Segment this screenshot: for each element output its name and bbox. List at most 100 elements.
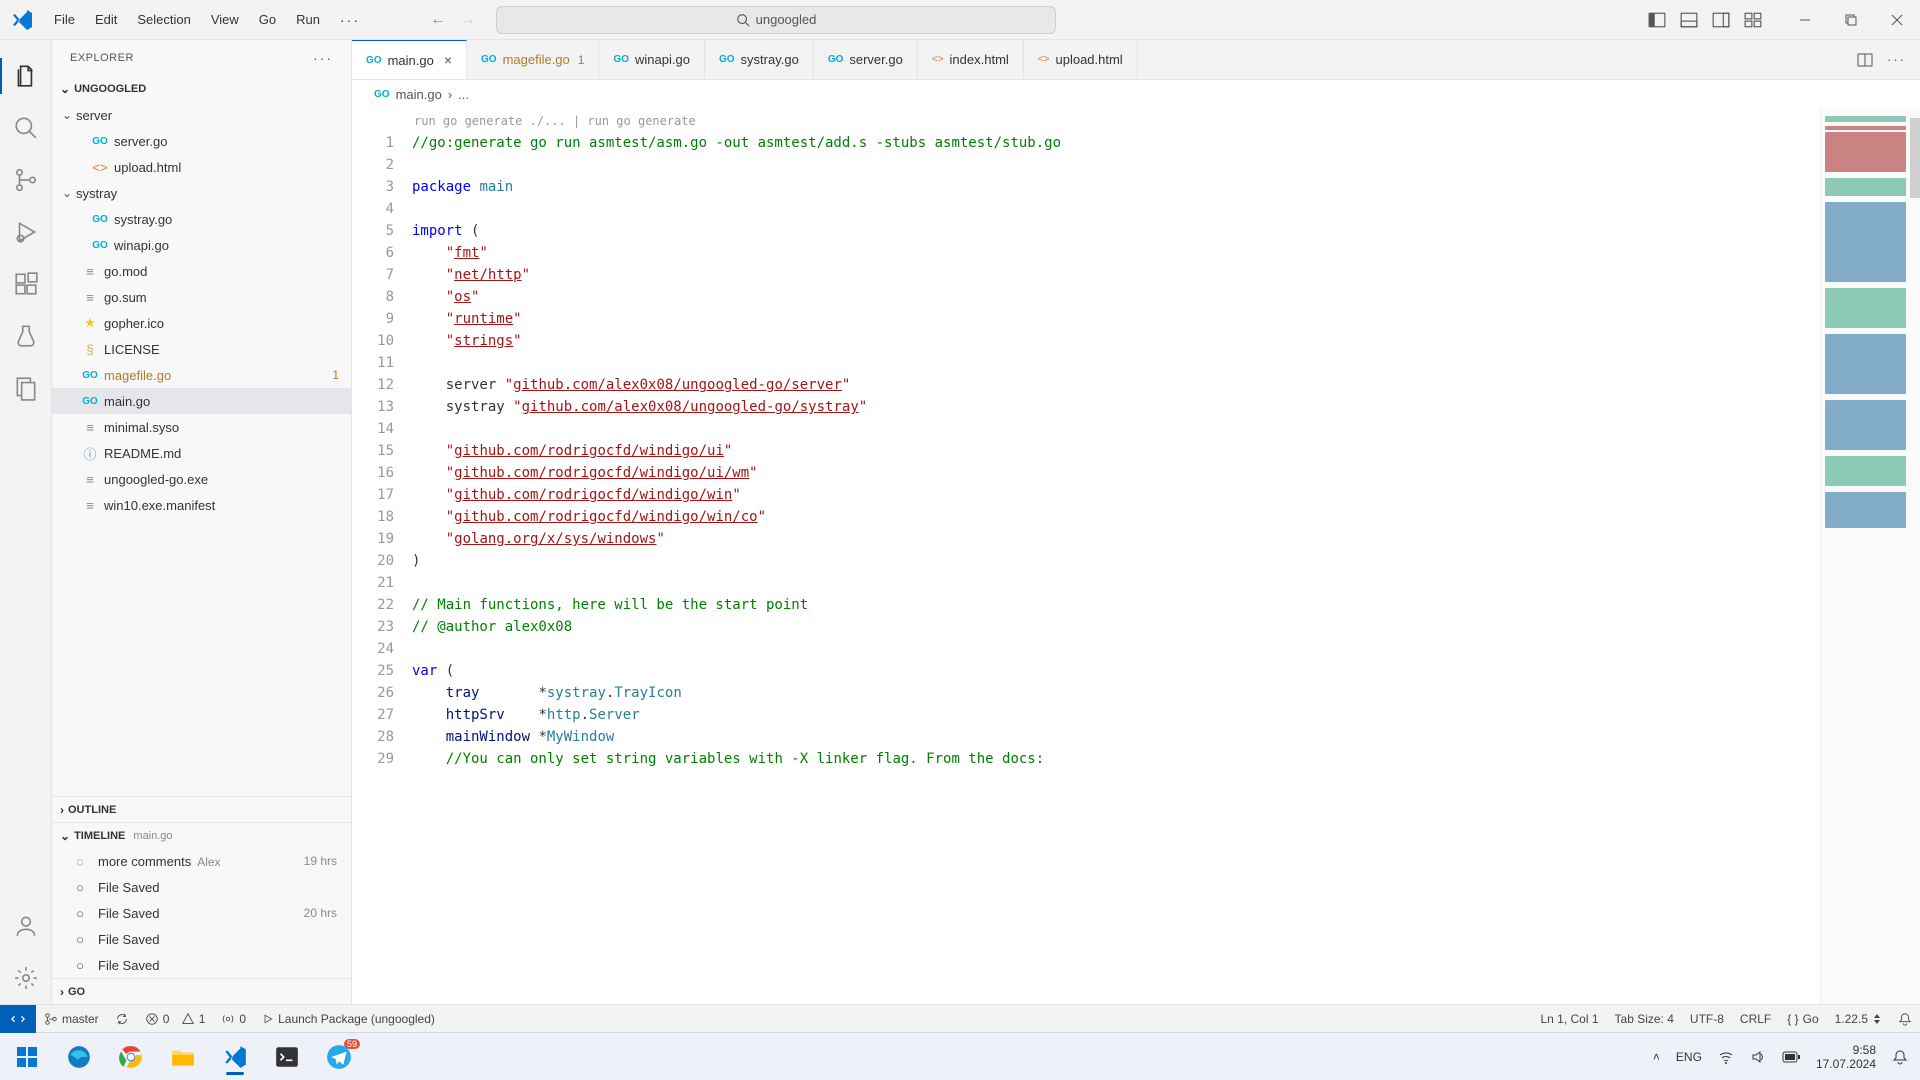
wifi-icon[interactable] xyxy=(1718,1049,1734,1065)
timeline-item[interactable]: ○File Saved xyxy=(52,926,351,952)
notifications-icon[interactable] xyxy=(1890,1012,1920,1026)
problems[interactable]: 0 1 xyxy=(137,1012,214,1026)
timeline-item[interactable]: ○File Saved xyxy=(52,952,351,978)
file-win10-manifest[interactable]: ≡win10.exe.manifest xyxy=(52,492,351,518)
activity-settings-icon[interactable] xyxy=(0,952,52,1004)
file-ungoogled-exe[interactable]: ≡ungoogled-go.exe xyxy=(52,466,351,492)
file-minimal-syso[interactable]: ≡minimal.syso xyxy=(52,414,351,440)
language-mode[interactable]: { } Go xyxy=(1779,1012,1826,1026)
minimap[interactable] xyxy=(1820,108,1920,1004)
chevron-down-icon: ⌄ xyxy=(60,82,70,96)
code-editor[interactable]: run go generate ./... | run go generate/… xyxy=(412,108,1820,1004)
file-gopher-ico[interactable]: ★gopher.ico xyxy=(52,310,351,336)
nav-back-icon[interactable]: ← xyxy=(430,11,446,29)
taskbar-edge-icon[interactable] xyxy=(56,1037,102,1077)
activity-testing-icon[interactable] xyxy=(0,310,52,362)
activity-account-icon[interactable] xyxy=(0,900,52,952)
nav-forward-icon[interactable]: → xyxy=(460,11,476,29)
activity-extensions-icon[interactable] xyxy=(0,258,52,310)
folder-systray[interactable]: ⌄systray xyxy=(52,180,351,206)
tray-notifications-icon[interactable] xyxy=(1892,1049,1908,1065)
file-server-go[interactable]: GOserver.go xyxy=(52,128,351,154)
taskbar-terminal-icon[interactable] xyxy=(264,1037,310,1077)
menu-file[interactable]: File xyxy=(44,6,85,34)
file-license[interactable]: §LICENSE xyxy=(52,336,351,362)
go-version[interactable]: 1.22.5 xyxy=(1827,1012,1890,1026)
go-section-header[interactable]: › GO xyxy=(52,978,351,1004)
tab-size[interactable]: Tab Size: 4 xyxy=(1607,1012,1682,1026)
split-editor-icon[interactable] xyxy=(1857,52,1873,68)
timeline-item[interactable]: ○File Saved20 hrs xyxy=(52,900,351,926)
file-main-go[interactable]: GOmain.go xyxy=(52,388,351,414)
breadcrumb[interactable]: GO main.go › ... xyxy=(352,80,1920,108)
tab-main-go[interactable]: GOmain.go× xyxy=(352,40,467,79)
activity-scm-icon[interactable] xyxy=(0,154,52,206)
menu-view[interactable]: View xyxy=(201,6,249,34)
command-center-search[interactable]: ungoogled xyxy=(496,6,1056,34)
tray-chevron-icon[interactable]: ˄ xyxy=(1653,1050,1660,1064)
window-controls xyxy=(1782,0,1920,40)
tab-systray-go[interactable]: GOsystray.go xyxy=(705,40,814,79)
save-icon: ○ xyxy=(72,906,88,921)
file-readme-md[interactable]: ⓘREADME.md xyxy=(52,440,351,466)
folder-server[interactable]: ⌄server xyxy=(52,102,351,128)
layout-customize-icon[interactable] xyxy=(1744,11,1762,29)
battery-icon[interactable] xyxy=(1782,1051,1800,1063)
file-go-sum[interactable]: ≡go.sum xyxy=(52,284,351,310)
tab-index-html[interactable]: <>index.html xyxy=(918,40,1024,79)
tab-upload-html[interactable]: <>upload.html xyxy=(1024,40,1138,79)
file-magefile-go[interactable]: GOmagefile.go1 xyxy=(52,362,351,388)
activity-references-icon[interactable] xyxy=(0,362,52,414)
file-winapi-go[interactable]: GOwinapi.go xyxy=(52,232,351,258)
scm-branch[interactable]: master xyxy=(36,1012,107,1026)
project-section-header[interactable]: ⌄ UNGOOGLED xyxy=(52,76,351,102)
close-icon[interactable]: × xyxy=(444,52,452,68)
ports[interactable]: 0 xyxy=(213,1012,254,1026)
activity-debug-icon[interactable] xyxy=(0,206,52,258)
cursor-position[interactable]: Ln 1, Col 1 xyxy=(1532,1012,1606,1026)
tray-clock[interactable]: 9:58 17.07.2024 xyxy=(1816,1043,1876,1071)
layout-sidebar-right-icon[interactable] xyxy=(1712,11,1730,29)
tab-magefile-go[interactable]: GOmagefile.go1 xyxy=(467,40,599,79)
layout-sidebar-left-icon[interactable] xyxy=(1648,11,1666,29)
activity-explorer-icon[interactable] xyxy=(0,50,52,102)
start-button[interactable] xyxy=(4,1037,50,1077)
save-icon: ○ xyxy=(72,880,88,895)
maximize-button[interactable] xyxy=(1828,0,1874,40)
file-upload-html[interactable]: <>upload.html xyxy=(52,154,351,180)
taskbar-explorer-icon[interactable] xyxy=(160,1037,206,1077)
scm-sync[interactable] xyxy=(107,1012,137,1026)
taskbar-telegram-icon[interactable]: 59 xyxy=(316,1037,362,1077)
tab-winapi-go[interactable]: GOwinapi.go xyxy=(599,40,705,79)
volume-icon[interactable] xyxy=(1750,1049,1766,1065)
timeline-section-header[interactable]: ⌄ TIMELINE main.go xyxy=(52,822,351,848)
taskbar-vscode-icon[interactable] xyxy=(212,1037,258,1077)
outline-section-header[interactable]: › OUTLINE xyxy=(52,796,351,822)
encoding[interactable]: UTF-8 xyxy=(1682,1012,1732,1026)
layout-panel-icon[interactable] xyxy=(1680,11,1698,29)
menu-selection[interactable]: Selection xyxy=(127,6,200,34)
close-button[interactable] xyxy=(1874,0,1920,40)
explorer-menu-icon[interactable]: ··· xyxy=(313,50,333,66)
file-tree: ⌄server GOserver.go <>upload.html ⌄systr… xyxy=(52,102,351,796)
taskbar-chrome-icon[interactable] xyxy=(108,1037,154,1077)
minimap-scrollbar[interactable] xyxy=(1910,118,1920,198)
timeline-item[interactable]: ○File Saved xyxy=(52,874,351,900)
tab-overflow-icon[interactable]: ··· xyxy=(1887,52,1906,67)
activity-search-icon[interactable] xyxy=(0,102,52,154)
file-systray-go[interactable]: GOsystray.go xyxy=(52,206,351,232)
file-go-mod[interactable]: ≡go.mod xyxy=(52,258,351,284)
menu-run[interactable]: Run xyxy=(286,6,330,34)
menu-overflow-icon[interactable]: ··· xyxy=(330,6,370,34)
remote-button[interactable] xyxy=(0,1005,36,1033)
tray-language[interactable]: ENG xyxy=(1676,1050,1702,1064)
debug-launch[interactable]: Launch Package (ungoogled) xyxy=(254,1012,443,1026)
chevron-right-icon: › xyxy=(60,803,64,817)
minimize-button[interactable] xyxy=(1782,0,1828,40)
menu-go[interactable]: Go xyxy=(249,6,286,34)
chevron-right-icon: › xyxy=(448,87,452,102)
timeline-item[interactable]: ◌more commentsAlex19 hrs xyxy=(52,848,351,874)
menu-edit[interactable]: Edit xyxy=(85,6,127,34)
eol[interactable]: CRLF xyxy=(1732,1012,1779,1026)
tab-server-go[interactable]: GOserver.go xyxy=(814,40,918,79)
